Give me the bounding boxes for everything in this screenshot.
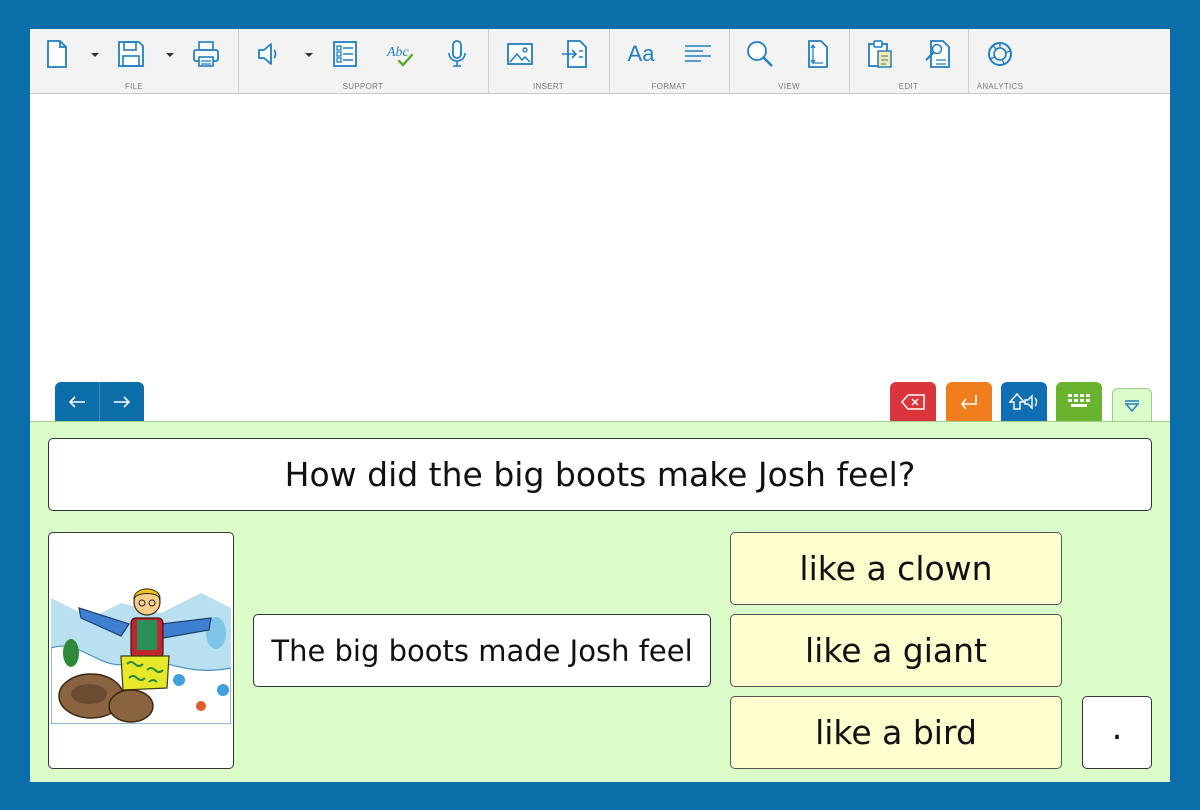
speaker-button[interactable] [253,38,285,70]
zoom-button[interactable] [744,38,776,70]
view-group-label: VIEW [778,82,800,91]
insert-group: INSERT [488,29,610,93]
enter-button[interactable] [946,382,992,421]
speaker-dropdown[interactable] [304,51,314,59]
new-document-icon [47,40,67,68]
analytics-group-label: ANALYTICS [976,82,1024,91]
format-group: Aa FORMAT [609,29,730,93]
font-button[interactable]: Aa [625,38,657,70]
svg-text:Abc: Abc [386,45,410,60]
previous-grid-button[interactable] [55,382,99,421]
choice-like-a-bird[interactable]: like a bird [730,696,1062,769]
collapse-panel-button[interactable] [1112,388,1152,423]
arrow-left-icon [68,395,85,408]
save-dropdown[interactable] [165,51,175,59]
speak-icon [1008,392,1038,410]
zoom-icon [747,41,773,67]
analytics-icon [988,42,1012,66]
edit-group: EDIT [849,29,969,93]
josh-big-boots-illustration [51,577,231,724]
next-grid-button[interactable] [99,382,144,421]
paste-icon [868,40,892,68]
backspace-icon [901,393,925,410]
collapse-icon [1124,400,1140,413]
sentence-cell: The big boots made Josh feel [253,614,711,687]
file-group-label: FILE [124,82,144,91]
insert-file-icon [562,40,587,68]
analytics-button[interactable] [984,38,1016,70]
insert-file-button[interactable] [559,38,591,70]
page-size-button[interactable] [801,38,833,70]
align-button[interactable] [682,38,714,70]
analytics-group: ANALYTICS [968,29,1032,93]
support-group-label: SUPPORT [342,82,384,91]
chevron-down-icon [91,53,99,57]
insert-image-button[interactable] [504,38,536,70]
chevron-down-icon [166,53,174,57]
microphone-button[interactable] [441,38,473,70]
align-icon [685,45,711,62]
grid-panel: How did the big boots make Josh feel? Th… [30,421,1170,782]
chevron-down-icon [305,53,313,57]
word-list-icon [333,41,357,67]
insert-group-label: INSERT [533,82,564,91]
file-group: FILE [30,29,239,93]
find-replace-icon [925,40,950,68]
find-replace-button[interactable] [921,38,953,70]
save-button[interactable] [115,38,147,70]
support-group: Abc SUPPORT [238,29,489,93]
enter-icon [960,394,977,409]
image-icon [507,43,533,65]
grid-navigation [55,382,144,421]
new-document-dropdown[interactable] [90,51,100,59]
ribbon-toolbar: FILE Abc SUPPORT INSERT Aa FORMAT VIEW E… [30,29,1170,94]
new-document-button[interactable] [41,38,73,70]
format-group-label: FORMAT [651,82,687,91]
speak-button[interactable] [1001,382,1047,421]
view-group: VIEW [729,29,850,93]
print-button[interactable] [190,38,222,70]
backspace-button[interactable] [890,382,936,421]
document-area[interactable] [30,94,1170,421]
question-cell: How did the big boots make Josh feel? [48,438,1152,511]
microphone-icon [448,40,466,67]
arrow-right-icon [114,395,131,408]
keyboard-button[interactable] [1056,382,1102,421]
spellcheck-icon: Abc [386,45,414,67]
font-icon: Aa [627,41,655,66]
spellcheck-button[interactable]: Abc [386,38,418,70]
period-button[interactable]: . [1082,696,1152,769]
word-list-button[interactable] [329,38,361,70]
edit-group-label: EDIT [898,82,919,91]
paste-button[interactable] [864,38,896,70]
print-icon [193,41,219,67]
speaker-icon [258,43,277,65]
picture-card [48,532,234,769]
choice-like-a-giant[interactable]: like a giant [730,614,1062,687]
keyboard-icon [1068,393,1090,407]
save-icon [118,41,144,67]
choice-like-a-clown[interactable]: like a clown [730,532,1062,605]
app-window: FILE Abc SUPPORT INSERT Aa FORMAT VIEW E… [30,29,1170,782]
page-size-icon [808,40,828,68]
